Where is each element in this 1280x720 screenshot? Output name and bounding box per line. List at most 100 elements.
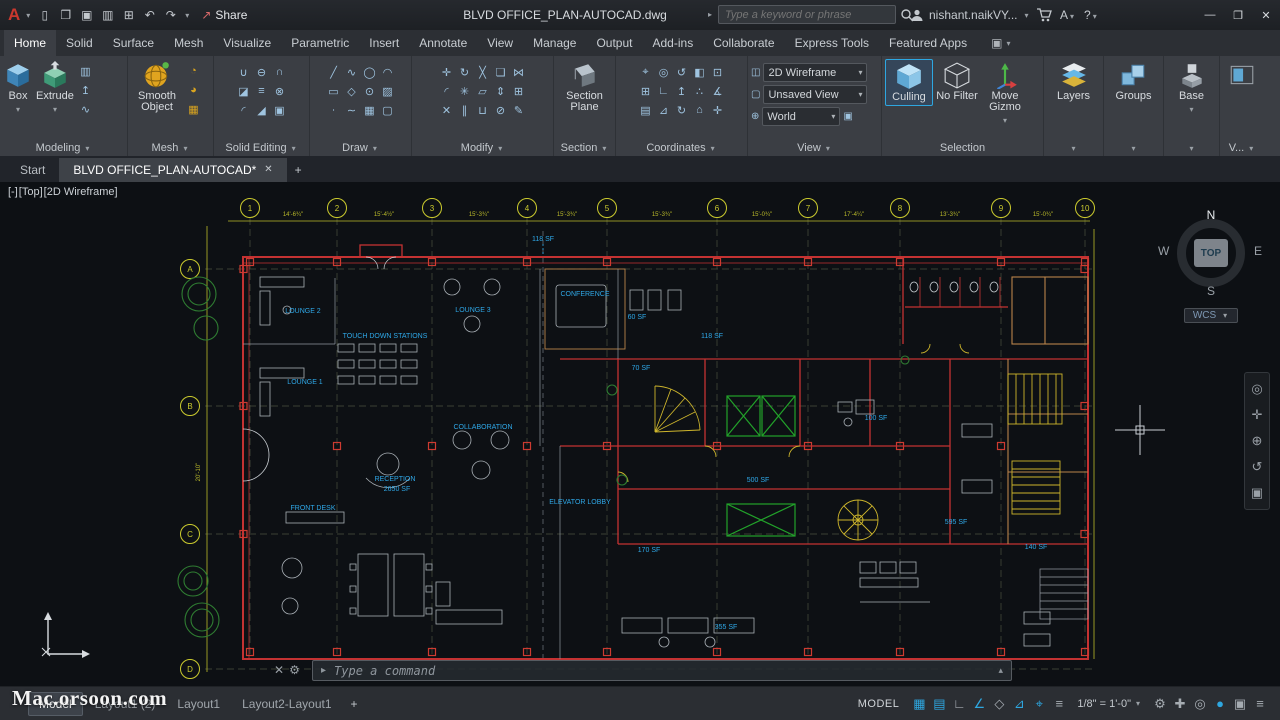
panel-label-section[interactable]: Section ▾ [554, 140, 615, 156]
panel-label-draw[interactable]: Draw ▾ [310, 140, 411, 156]
customize-icon[interactable]: ≡ [1250, 694, 1270, 714]
ribbon-tab-featured-apps[interactable]: Featured Apps [879, 30, 977, 56]
viewport-visual-style-control[interactable]: [2D Wireframe] [44, 186, 118, 198]
viewport-view-control[interactable]: [Top] [19, 186, 43, 198]
erase-icon[interactable]: ✕ [438, 102, 455, 118]
ribbon-tab-output[interactable]: Output [586, 30, 642, 56]
model-viewport[interactable]: [-] [Top] [2D Wireframe] 1 2 3 4 5 6 7 8… [0, 182, 1280, 686]
zoom-icon[interactable]: ⊕ [1246, 428, 1268, 454]
close-button[interactable]: ✕ [1252, 0, 1280, 30]
offset-icon[interactable]: ∥ [456, 102, 473, 118]
snap-mode-icon[interactable]: ▤ [929, 694, 949, 714]
array-icon[interactable]: ⊞ [510, 83, 527, 99]
ucs-world-icon[interactable]: ◎ [655, 64, 672, 80]
smooth-object-button[interactable]: Smooth Object [131, 59, 183, 115]
named-ucs-icon[interactable]: ▤ [637, 102, 654, 118]
orbit-icon[interactable]: ↺ [1246, 454, 1268, 480]
ellipse-icon[interactable]: ⊙ [361, 83, 378, 99]
explode-icon[interactable]: ✳ [456, 83, 473, 99]
interfere-icon[interactable]: ⊗ [271, 83, 288, 99]
save-as-icon[interactable]: ▥ [97, 4, 118, 26]
panel-label-layers[interactable]: ▾ [1044, 140, 1103, 156]
ortho-mode-icon[interactable]: ∟ [949, 694, 969, 714]
share-button[interactable]: ↗ Share [201, 8, 247, 22]
viewcube-top-face[interactable]: TOP [1194, 239, 1228, 267]
viewcube-east[interactable]: E [1254, 244, 1262, 258]
mirror-icon[interactable]: ⋈ [510, 64, 527, 80]
gradient-icon[interactable]: ▦ [361, 102, 378, 118]
tab-layout2-layout1[interactable]: Layout2-Layout1 [232, 692, 341, 716]
refine-mesh-icon[interactable]: ▦ [185, 101, 202, 117]
panel-label-mesh[interactable]: Mesh ▾ [128, 140, 213, 156]
measure-icon[interactable]: ⊘ [492, 102, 509, 118]
open-file-icon[interactable]: ❐ [55, 4, 76, 26]
visual-style-dropdown[interactable]: 2D Wireframe ▾ [763, 63, 868, 82]
ucs-origin-icon[interactable]: ∟ [655, 83, 672, 99]
isometric-drafting-icon[interactable]: ◇ [989, 694, 1009, 714]
save-icon[interactable]: ▣ [76, 4, 97, 26]
object-snap-tracking-icon[interactable]: ⊿ [1009, 694, 1029, 714]
ribbon-tab-parametric[interactable]: Parametric [281, 30, 359, 56]
pan-icon[interactable]: ✛ [1246, 402, 1268, 428]
no-filter-button[interactable]: No Filter [935, 59, 979, 104]
panel-label-view[interactable]: View ▾ [748, 140, 881, 156]
ribbon-display-toggle-icon[interactable]: ▣ [991, 36, 1002, 50]
hatch-icon[interactable]: ▨ [379, 83, 396, 99]
viewport-minimize-control[interactable]: [-] [8, 186, 18, 198]
panel-label-modify[interactable]: Modify ▾ [412, 140, 553, 156]
clean-screen-icon[interactable]: ▣ [1230, 694, 1250, 714]
sweep-icon[interactable]: ∿ [77, 101, 94, 117]
tab-layout1[interactable]: Layout1 [167, 692, 230, 716]
ucs-rotate-y-icon[interactable]: ⊿ [655, 102, 672, 118]
ucs-dropdown[interactable]: World ▾ [762, 107, 841, 126]
new-tab-button[interactable]: + [287, 158, 310, 182]
rotate-icon[interactable]: ↻ [456, 64, 473, 80]
smooth-less-icon[interactable]: ◕ [185, 82, 202, 98]
help-button[interactable]: ? ▾ [1084, 8, 1099, 22]
join-icon[interactable]: ⊔ [474, 102, 491, 118]
edit-polyline-icon[interactable]: ✎ [510, 102, 527, 118]
ribbon-tab-surface[interactable]: Surface [103, 30, 164, 56]
shell-icon[interactable]: ▣ [271, 102, 288, 118]
showmotion-icon[interactable]: ▣ [1246, 480, 1268, 506]
command-collapse-icon[interactable]: ▴ [998, 665, 1003, 676]
command-line[interactable]: ▸ Type a command ▴ [312, 660, 1012, 681]
ribbon-tab-manage[interactable]: Manage [523, 30, 586, 56]
tab-start[interactable]: Start [6, 158, 59, 182]
layers-button[interactable]: Layers [1056, 59, 1091, 104]
panel-label-modeling[interactable]: Modeling ▾ [0, 140, 127, 156]
wcs-dropdown[interactable]: WCS ▾ [1183, 308, 1239, 323]
panel-label-selection[interactable]: Selection [882, 140, 1043, 156]
ucs-z-axis-icon[interactable]: ↥ [673, 83, 690, 99]
union-icon[interactable]: ∪ [235, 64, 252, 80]
ribbon-tab-home[interactable]: Home [4, 30, 57, 56]
scale-icon[interactable]: ⇕ [492, 83, 509, 99]
line-icon[interactable]: ╱ [325, 64, 342, 80]
region-icon[interactable]: ▢ [379, 102, 396, 118]
base-button[interactable]: Base ▾ [1177, 59, 1207, 117]
view-extra-button[interactable] [1227, 59, 1257, 91]
culling-button[interactable]: Culling [885, 59, 933, 106]
ucs-previous-icon[interactable]: ↺ [673, 64, 690, 80]
model-space-label[interactable]: MODEL [858, 698, 900, 710]
new-layout-button[interactable]: + [344, 697, 365, 711]
ribbon-tab-solid[interactable]: Solid [56, 30, 103, 56]
arc-icon[interactable]: ◠ [379, 64, 396, 80]
panel-label-groups[interactable]: ▾ [1104, 140, 1163, 156]
annotation-monitor-icon[interactable]: ✚ [1170, 694, 1190, 714]
undo-icon[interactable]: ↶ [139, 4, 160, 26]
grid-display-icon[interactable]: ▦ [909, 694, 929, 714]
ribbon-tab-addins[interactable]: Add-ins [643, 30, 704, 56]
ribbon-tab-view[interactable]: View [477, 30, 523, 56]
smooth-more-icon[interactable]: ◔ [185, 63, 202, 79]
trim-icon[interactable]: ╳ [474, 64, 491, 80]
ribbon-tab-mesh[interactable]: Mesh [164, 30, 213, 56]
section-plane-button[interactable]: Section Plane [559, 59, 611, 115]
ribbon-tab-annotate[interactable]: Annotate [409, 30, 477, 56]
polygon-icon[interactable]: ◇ [343, 83, 360, 99]
named-view-dropdown[interactable]: Unsaved View ▾ [763, 85, 868, 104]
close-tab-icon[interactable]: ✕ [264, 158, 272, 182]
fillet-edge-icon[interactable]: ◜ [235, 102, 252, 118]
autocad-logo-icon[interactable]: A [6, 5, 22, 25]
ribbon-tab-collaborate[interactable]: Collaborate [703, 30, 784, 56]
